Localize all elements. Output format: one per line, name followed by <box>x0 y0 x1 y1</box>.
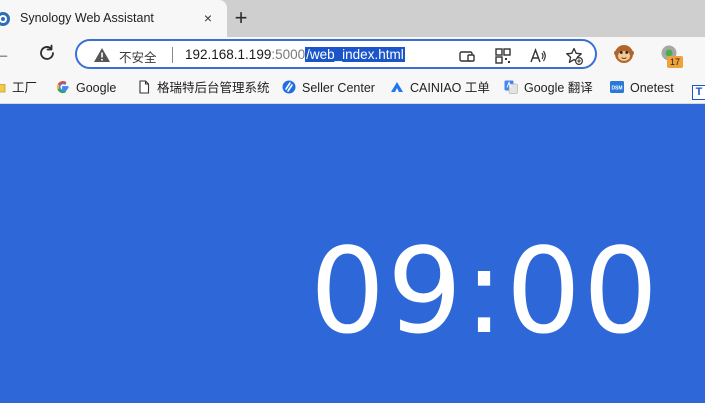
bookmark-factory[interactable]: 工厂 <box>0 79 37 97</box>
folder-icon <box>0 84 6 93</box>
tab-title: Synology Web Assistant <box>20 11 154 25</box>
url-host: 192.168.1.199 <box>185 47 272 62</box>
bookmark-cainiao[interactable]: CAINIAO 工单 <box>390 79 490 97</box>
browser-toolbar: ← 不安全 192.168.1.199:5000/web_index.html <box>0 37 705 71</box>
cainiao-icon <box>391 82 403 92</box>
web-assistant-page: 09:00 <box>0 104 705 403</box>
extension-badge: 17 <box>667 56 683 68</box>
app-available-icon[interactable] <box>457 46 477 66</box>
bookmark-label: Google 翻译 <box>524 81 593 95</box>
bookmark-label: 工厂 <box>12 81 38 95</box>
dsm-icon-text: DSM <box>611 86 622 92</box>
bookmark-label: 格瑞特后台管理系统 <box>157 81 270 95</box>
bookmark-label: Onetest <box>630 81 674 95</box>
not-secure-label[interactable]: 不安全 <box>119 47 157 66</box>
clock-display: 09:00 <box>310 222 661 360</box>
read-aloud-icon[interactable] <box>528 46 548 66</box>
refresh-icon[interactable] <box>36 42 58 64</box>
warning-triangle-icon <box>94 48 110 62</box>
seller-center-icon <box>282 80 296 94</box>
bookmark-label: Seller Center <box>302 81 375 95</box>
tab-strip: Synology Web Assistant × + <box>0 0 705 37</box>
qr-code-icon[interactable] <box>493 46 513 66</box>
new-tab-button[interactable]: + <box>228 6 254 32</box>
t-bookmark-icon: T <box>692 85 705 100</box>
add-favorite-icon[interactable] <box>564 46 584 66</box>
bookmarks-bar: 工厂 Google 格瑞特后台管理系统 Seller Center CAINIA… <box>0 71 705 104</box>
bookmark-grt-admin[interactable]: 格瑞特后台管理系统 <box>137 79 270 97</box>
bookmark-overflow[interactable]: T <box>692 79 705 100</box>
tab-synology[interactable]: Synology Web Assistant × <box>0 0 227 37</box>
monkey-extension-icon[interactable] <box>613 43 635 65</box>
address-bar[interactable]: 不安全 192.168.1.199:5000/web_index.html <box>75 39 597 69</box>
dsm-icon: DSM <box>610 81 624 93</box>
bookmark-google-translate[interactable]: Google 翻译 <box>504 79 593 97</box>
page-icon <box>139 80 150 94</box>
bookmark-label: CAINIAO 工单 <box>410 81 490 95</box>
url-path-selected: /web_index.html <box>305 47 405 62</box>
synology-favicon-icon <box>0 12 10 26</box>
omnibox-divider <box>172 47 173 63</box>
bookmark-onetest[interactable]: DSM Onetest <box>610 79 674 97</box>
google-translate-icon <box>504 80 518 94</box>
bookmark-seller-center[interactable]: Seller Center <box>282 79 375 97</box>
close-tab-icon[interactable]: × <box>199 9 217 27</box>
google-icon <box>56 81 69 94</box>
url-text[interactable]: 192.168.1.199:5000/web_index.html <box>185 45 405 65</box>
back-button[interactable]: ← <box>0 42 15 64</box>
bookmark-google[interactable]: Google <box>56 79 116 97</box>
url-port: :5000 <box>271 47 306 62</box>
bookmark-label: Google <box>76 81 117 95</box>
